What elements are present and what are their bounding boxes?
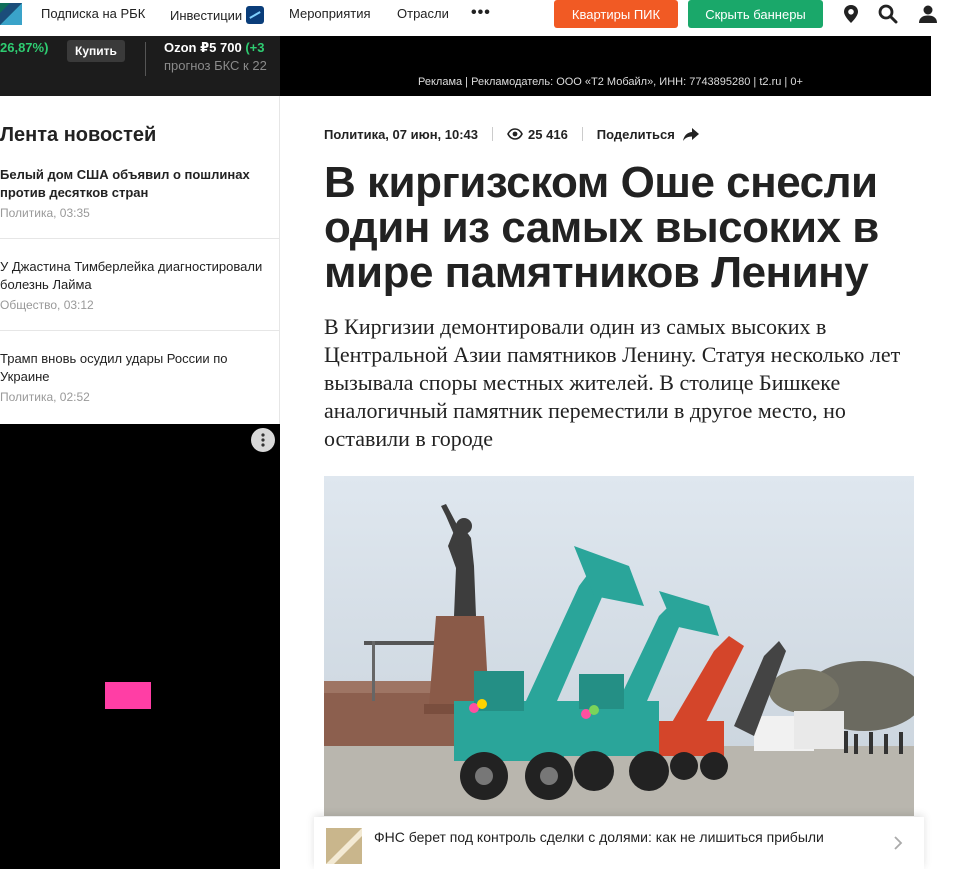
rbc-logo-icon[interactable] xyxy=(0,3,22,25)
news-feed-sidebar: Лента новостей Белый дом США объявил о п… xyxy=(0,96,280,426)
news-item-meta: Общество, 03:12 xyxy=(0,298,94,312)
news-divider xyxy=(0,330,280,331)
promo-news-card[interactable]: ФНС берет под контроль сделки с долями: … xyxy=(314,817,924,869)
news-feed-title: Лента новостей xyxy=(0,124,157,146)
news-item[interactable]: Трамп вновь осудил удары России по Украи… xyxy=(0,350,280,404)
article-photo-image xyxy=(324,476,914,816)
share-arrow-icon xyxy=(682,127,699,141)
ticker-divider xyxy=(145,42,146,76)
ticker-stock[interactable]: Ozon ₽5 700 (+3 xyxy=(164,40,264,56)
ticker-percent: 26,87%) xyxy=(0,40,49,55)
news-item-title: У Джастина Тимберлейка диагностировали б… xyxy=(0,259,263,292)
nav-investments-label: Инвестиции xyxy=(170,8,243,23)
news-item-title: Трамп вновь осудил удары России по Украи… xyxy=(0,351,228,384)
promo-thumbnail xyxy=(326,828,362,864)
ad-options-button[interactable] xyxy=(251,428,275,452)
news-item-meta: Политика, 02:52 xyxy=(0,390,90,404)
apartments-pik-button[interactable]: Квартиры ПИК xyxy=(554,0,678,28)
ad-pink-element xyxy=(105,682,151,709)
chevron-right-icon[interactable] xyxy=(892,835,904,851)
nav-events-link[interactable]: Мероприятия xyxy=(289,6,371,21)
promo-text: ФНС берет под контроль сделки с долями: … xyxy=(374,829,824,845)
article-views-count: 25 416 xyxy=(528,126,568,142)
article-views: 25 416 xyxy=(507,127,568,142)
more-menu-button[interactable]: ••• xyxy=(471,4,491,22)
news-item[interactable]: Белый дом США объявил о пошлинах против … xyxy=(0,166,280,220)
ticker-stock-name: Ozon ₽5 700 xyxy=(164,40,242,55)
user-profile-icon[interactable] xyxy=(917,3,939,25)
ticker-forecast: прогноз БКС к 22 xyxy=(164,58,267,73)
article-photo[interactable] xyxy=(324,476,914,816)
article-meta: Политика, 07 июн, 10:43 25 416 Поделитьс… xyxy=(324,124,699,144)
ticker-buy-button[interactable]: Купить xyxy=(67,40,125,62)
nav-industries-link[interactable]: Отрасли xyxy=(397,6,449,21)
location-pin-icon[interactable] xyxy=(840,3,862,25)
meta-divider xyxy=(492,127,494,141)
eye-icon xyxy=(507,128,523,140)
nav-subscription-link[interactable]: Подписка на РБК xyxy=(41,6,145,21)
meta-divider xyxy=(581,127,583,141)
ticker-stock-change: (+3 xyxy=(245,40,265,55)
article-lead: В Киргизии демонтировали один из самых в… xyxy=(324,314,901,451)
promo-thumbnail-icon xyxy=(326,828,362,864)
side-ad-block[interactable] xyxy=(0,424,280,869)
hide-banners-button[interactable]: Скрыть баннеры xyxy=(688,0,823,28)
article-headline: В киргизском Оше снесли один из самых вы… xyxy=(324,158,879,297)
nav-investments-link[interactable]: Инвестиции xyxy=(170,6,265,24)
news-item-title: Белый дом США объявил о пошлинах против … xyxy=(0,167,250,200)
vertical-dots-icon xyxy=(261,433,265,447)
investments-badge-icon xyxy=(246,6,265,24)
ad-disclaimer: Реклама | Рекламодатель: ООО «Т2 Мобайл»… xyxy=(418,76,803,88)
stock-ticker: 26,87%) Купить Ozon ₽5 700 (+3 прогноз Б… xyxy=(0,36,280,96)
top-navigation: Подписка на РБК Инвестиции Мероприятия О… xyxy=(0,0,973,36)
article-category-date[interactable]: Политика, 07 июн, 10:43 xyxy=(324,127,478,142)
share-label: Поделиться xyxy=(596,126,675,142)
search-icon[interactable] xyxy=(877,3,899,25)
news-item[interactable]: У Джастина Тимберлейка диагностировали б… xyxy=(0,258,280,312)
news-divider xyxy=(0,238,280,239)
top-ad-banner[interactable]: Реклама | Рекламодатель: ООО «Т2 Мобайл»… xyxy=(280,36,931,96)
share-button[interactable]: Поделиться xyxy=(597,127,699,142)
news-item-meta: Политика, 03:35 xyxy=(0,206,90,220)
